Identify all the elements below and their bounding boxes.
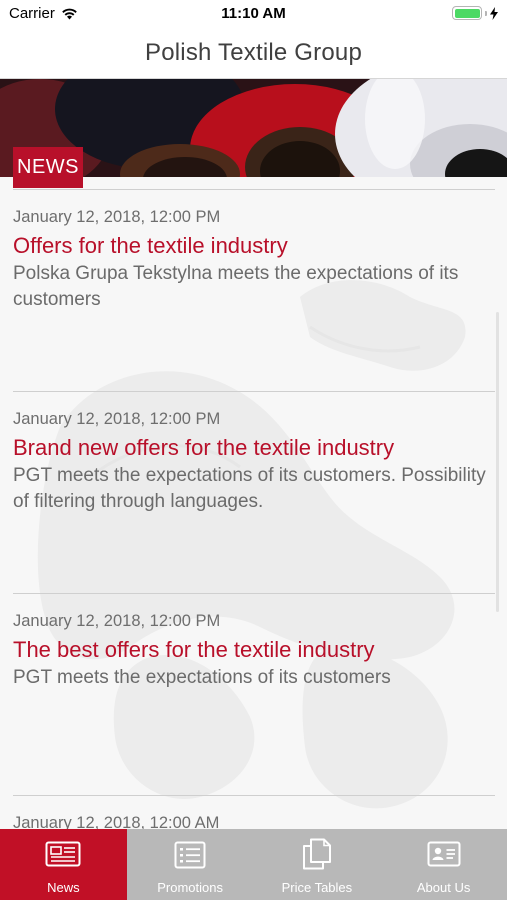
tab-news[interactable]: News	[0, 829, 127, 900]
app-screen: Carrier 11:10 AM Polish Textile Group NE…	[0, 0, 507, 900]
news-title[interactable]: Brand new offers for the textile industr…	[13, 433, 495, 463]
battery-indicator	[452, 6, 498, 20]
news-list-item[interactable]: January 12, 2018, 12:00 AM	[13, 795, 495, 829]
charging-icon	[490, 6, 498, 20]
battery-fill	[454, 8, 480, 18]
newspaper-icon	[45, 841, 81, 867]
battery-tip	[485, 10, 487, 16]
tab-label: Promotions	[157, 880, 223, 895]
news-list-item[interactable]: January 12, 2018, 12:00 PM Offers for th…	[13, 189, 495, 313]
news-list[interactable]: January 12, 2018, 12:00 PM Offers for th…	[0, 177, 507, 829]
battery-icon	[452, 6, 482, 20]
page-title: Polish Textile Group	[145, 39, 362, 66]
news-description: PGT meets the expectations of its custom…	[13, 667, 391, 688]
carrier-label: Carrier	[9, 5, 55, 22]
tab-promotions[interactable]: Promotions	[127, 829, 254, 900]
tab-bar: News Promotions Price Tables About Us	[0, 829, 507, 900]
news-list-item[interactable]: January 12, 2018, 12:00 PM The best offe…	[13, 593, 495, 691]
list-icon	[174, 841, 206, 869]
tab-price-tables[interactable]: Price Tables	[254, 829, 381, 900]
news-list-item[interactable]: January 12, 2018, 12:00 PM Brand new off…	[13, 391, 495, 515]
tab-label: Price Tables	[281, 880, 353, 895]
tab-label: News	[47, 880, 80, 895]
tab-label: About Us	[416, 880, 471, 895]
documents-icon	[302, 838, 331, 870]
news-date: January 12, 2018, 12:00 PM	[13, 410, 221, 428]
news-title[interactable]: Offers for the textile industry	[13, 231, 495, 261]
status-bar: Carrier 11:10 AM	[0, 0, 507, 28]
news-date: January 12, 2018, 12:00 AM	[13, 814, 220, 829]
news-description: PGT meets the expectations of its custom…	[13, 465, 486, 512]
wifi-icon	[62, 8, 77, 20]
carrier-indicator: Carrier	[9, 5, 78, 22]
scroll-indicator[interactable]	[496, 312, 499, 612]
news-description: Polska Grupa Tekstylna meets the expecta…	[13, 263, 459, 310]
news-date: January 12, 2018, 12:00 PM	[13, 612, 221, 630]
tab-about-us[interactable]: About Us	[380, 829, 507, 900]
navigation-bar: Polish Textile Group	[0, 28, 507, 79]
news-title[interactable]: The best offers for the textile industry	[13, 635, 495, 665]
news-date: January 12, 2018, 12:00 PM	[13, 208, 221, 226]
contact-card-icon	[427, 841, 461, 867]
